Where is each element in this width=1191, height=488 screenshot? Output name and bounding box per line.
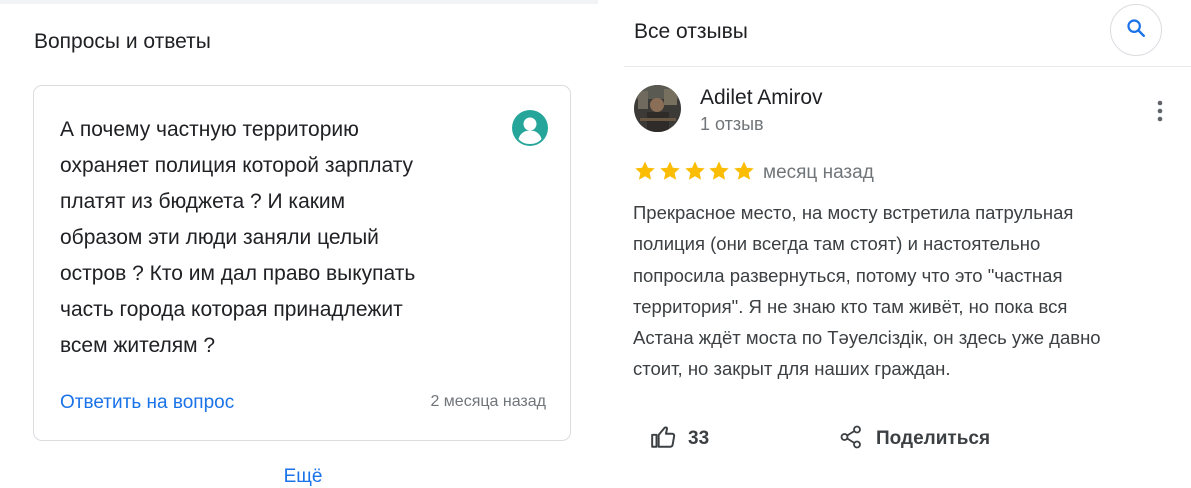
share-button[interactable]: Поделиться <box>840 424 990 454</box>
answer-question-link[interactable]: Ответить на вопрос <box>60 392 234 414</box>
questions-answers-panel: Вопросы и ответы А почему частную террит… <box>0 0 598 487</box>
review-timestamp: месяц назад <box>763 162 874 183</box>
reviewer-name[interactable]: Adilet Amirov <box>700 86 823 110</box>
default-user-avatar-icon <box>512 110 548 146</box>
like-button[interactable]: 33 <box>650 424 709 454</box>
question-timestamp: 2 месяца назад <box>430 393 546 410</box>
question-card: А почему частную территорию охраняет пол… <box>33 85 571 441</box>
search-icon <box>1125 17 1147 44</box>
reviewer-avatar[interactable] <box>634 85 681 132</box>
star-icon <box>732 159 756 183</box>
star-icon <box>683 159 707 183</box>
review-text: Прекрасное место, на мосту встретила пат… <box>633 202 1101 380</box>
reviews-title: Все отзывы <box>634 20 748 43</box>
search-reviews-button[interactable] <box>1110 4 1162 56</box>
star-rating <box>633 159 757 185</box>
reviewer-review-count: 1 отзыв <box>700 114 764 134</box>
star-icon <box>707 159 731 183</box>
like-count: 33 <box>688 428 710 449</box>
star-icon <box>633 159 657 183</box>
qa-title: Вопросы и ответы <box>34 30 211 53</box>
share-label: Поделиться <box>876 428 991 449</box>
thumb-up-icon <box>650 424 676 455</box>
question-text: А почему частную территорию охраняет пол… <box>60 118 416 357</box>
reviews-panel: Все отзывы Adilet Amirov 1 отзыв месяц н… <box>598 0 1191 485</box>
more-vert-icon <box>1150 100 1170 128</box>
review-menu-button[interactable] <box>1150 98 1170 124</box>
header-divider <box>624 66 1191 67</box>
star-icon <box>658 159 682 183</box>
share-icon <box>840 425 862 454</box>
